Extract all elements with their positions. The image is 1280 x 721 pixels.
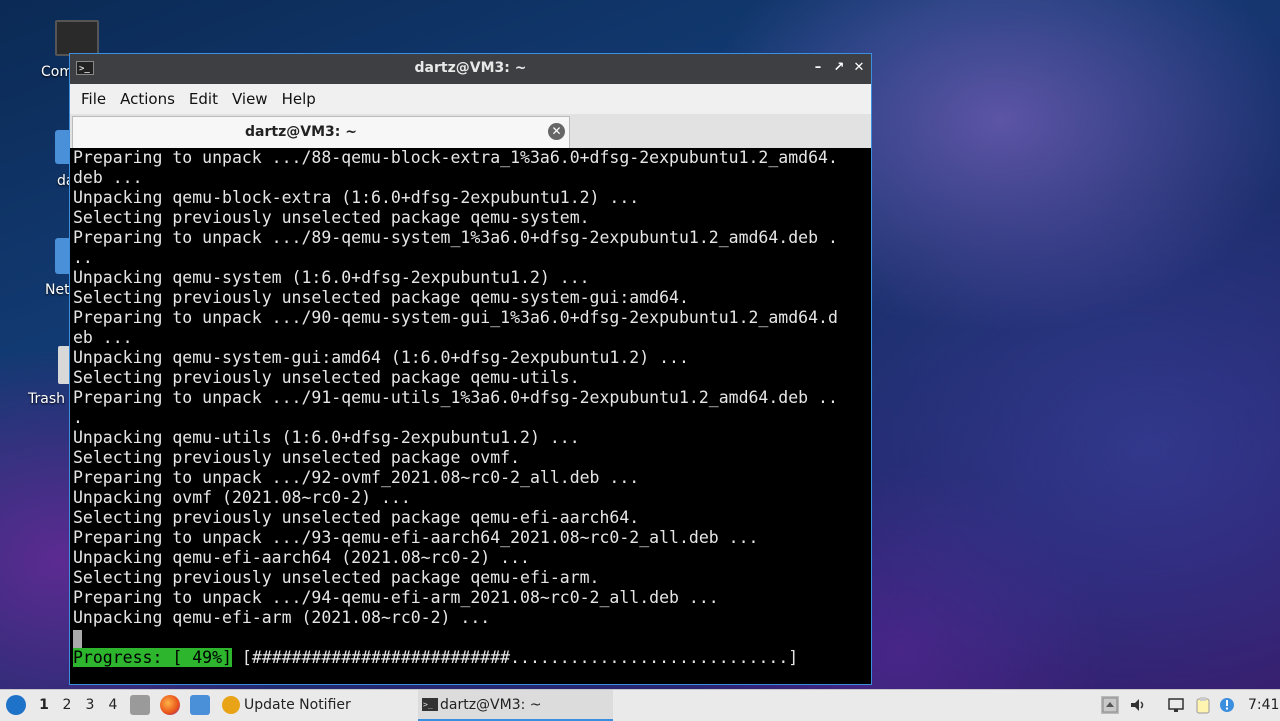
terminal-line: Unpacking qemu-efi-aarch64 (2021.08~rc0-… xyxy=(73,548,530,567)
maximize-button[interactable]: ↗ xyxy=(831,59,847,77)
close-button[interactable]: ✕ xyxy=(851,59,867,77)
desktop-icon-label-network[interactable]: Net xyxy=(45,282,70,298)
start-menu-icon[interactable] xyxy=(6,695,26,715)
tab-close-icon[interactable]: ✕ xyxy=(548,123,565,140)
window-title: dartz@VM3: ~ xyxy=(414,60,527,76)
terminal-line: Unpacking qemu-system-gui:amd64 (1:6.0+d… xyxy=(73,348,689,367)
terminal-line: Unpacking ovmf (2021.08~rc0-2) ... xyxy=(73,488,411,507)
terminal-window: >_ dartz@VM3: ~ – ↗ ✕ File Actions Edit … xyxy=(69,53,872,685)
update-notifier-icon xyxy=(222,696,240,714)
minimize-button[interactable]: – xyxy=(810,59,826,77)
terminal-line: Selecting previously unselected package … xyxy=(73,568,600,587)
tab-terminal[interactable]: dartz@VM3: ~ ✕ xyxy=(72,116,570,148)
terminal-line: .. xyxy=(73,248,93,267)
menu-file[interactable]: File xyxy=(74,90,113,108)
tab-bar: dartz@VM3: ~ ✕ xyxy=(70,114,871,149)
progress-label: Progress: [ 49%] xyxy=(73,648,232,667)
clock[interactable]: 7:41 xyxy=(1248,690,1279,721)
menu-bar: File Actions Edit View Help xyxy=(70,84,871,114)
terminal-line: Unpacking qemu-block-extra (1:6.0+dfsg-2… xyxy=(73,188,640,207)
taskbar: 1 2 3 4 Update Notifier >_ dartz@VM3: ~ … xyxy=(0,689,1280,721)
volume-icon[interactable] xyxy=(1129,696,1147,714)
terminal-line: Unpacking qemu-system (1:6.0+dfsg-2expub… xyxy=(73,268,590,287)
firefox-icon[interactable] xyxy=(160,695,180,715)
progress-bar: [##########################.............… xyxy=(231,648,799,667)
workspace-2[interactable]: 2 xyxy=(57,690,77,721)
terminal-line: eb ... xyxy=(73,328,133,347)
terminal-line: Preparing to unpack .../89-qemu-system_1… xyxy=(73,228,838,247)
terminal-line: Selecting previously unselected package … xyxy=(73,508,640,527)
menu-view[interactable]: View xyxy=(225,90,275,108)
tray-expand-icon[interactable] xyxy=(1101,696,1119,714)
terminal-line: . xyxy=(73,408,83,427)
workspace-1[interactable]: 1 xyxy=(34,690,54,721)
terminal-line: Unpacking qemu-utils (1:6.0+dfsg-2expubu… xyxy=(73,428,580,447)
terminal-line: Preparing to unpack .../94-qemu-efi-arm_… xyxy=(73,588,719,607)
window-titlebar[interactable]: >_ dartz@VM3: ~ – ↗ ✕ xyxy=(70,54,871,84)
terminal-line: Preparing to unpack .../93-qemu-efi-aarc… xyxy=(73,528,759,547)
progress-row: Progress: [ 49%] [######################… xyxy=(73,648,798,668)
clipboard-icon[interactable] xyxy=(1194,696,1212,714)
terminal-line: Preparing to unpack .../91-qemu-utils_1%… xyxy=(73,388,838,407)
cursor-row xyxy=(73,628,838,648)
scrollbar[interactable] xyxy=(868,148,871,684)
update-alert-icon[interactable] xyxy=(1218,696,1236,714)
terminal-line: Selecting previously unselected package … xyxy=(73,288,689,307)
menu-help[interactable]: Help xyxy=(275,90,323,108)
terminal-line: deb ... xyxy=(73,168,143,187)
terminal-line: Preparing to unpack .../92-ovmf_2021.08~… xyxy=(73,468,640,487)
computer-icon[interactable] xyxy=(55,20,99,56)
task-terminal-label: dartz@VM3: ~ xyxy=(440,697,542,713)
terminal-line: Preparing to unpack .../90-qemu-system-g… xyxy=(73,308,838,327)
workspace-4[interactable]: 4 xyxy=(103,690,123,721)
terminal-lines: Preparing to unpack .../88-qemu-block-ex… xyxy=(73,148,838,648)
terminal-line: Unpacking qemu-efi-arm (2021.08~rc0-2) .… xyxy=(73,608,491,627)
menu-actions[interactable]: Actions xyxy=(113,90,182,108)
task-terminal[interactable]: >_ dartz@VM3: ~ xyxy=(418,690,613,721)
text-cursor xyxy=(73,629,82,648)
task-update-notifier-label: Update Notifier xyxy=(244,697,351,713)
network-icon[interactable] xyxy=(1167,696,1185,714)
terminal-icon: >_ xyxy=(422,698,438,711)
tab-label: dartz@VM3: ~ xyxy=(245,124,357,140)
workspace-3[interactable]: 3 xyxy=(80,690,100,721)
desktop-icon-label-trash[interactable]: Trash xyxy=(28,391,65,407)
terminal-output[interactable]: Preparing to unpack .../88-qemu-block-ex… xyxy=(70,148,871,684)
task-update-notifier[interactable]: Update Notifier xyxy=(220,690,351,721)
terminal-line: Selecting previously unselected package … xyxy=(73,448,521,467)
menu-edit[interactable]: Edit xyxy=(182,90,225,108)
terminal-line: Preparing to unpack .../88-qemu-block-ex… xyxy=(73,148,838,167)
terminal-line: Selecting previously unselected package … xyxy=(73,208,590,227)
terminal-line: Selecting previously unselected package … xyxy=(73,368,580,387)
file-manager-icon[interactable] xyxy=(130,695,150,715)
show-desktop-icon[interactable] xyxy=(190,695,210,715)
